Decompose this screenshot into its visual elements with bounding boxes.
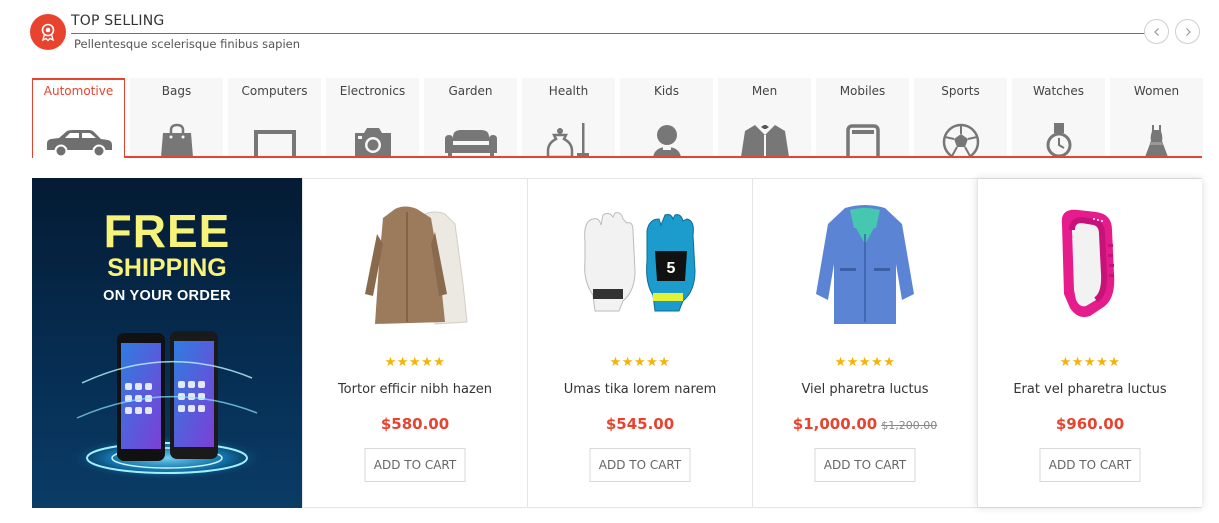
camera-icon bbox=[354, 128, 391, 157]
tab-label: Garden bbox=[448, 84, 493, 98]
product-image[interactable] bbox=[1020, 201, 1160, 331]
product-price: $960.00 bbox=[1055, 415, 1125, 433]
banner-headline: FREE bbox=[103, 205, 231, 257]
product-card[interactable]: ★★★★★ Tortor efficir nibh hazen $580.00 … bbox=[302, 179, 527, 507]
banner-subheadline: SHIPPING bbox=[107, 254, 227, 282]
rating-stars: ★★★★★ bbox=[1059, 355, 1121, 370]
tabs-underline bbox=[32, 156, 1202, 158]
add-to-cart-button[interactable]: ADD TO CART bbox=[589, 448, 691, 482]
section-subtitle: Pellentesque scelerisque finibus sapien bbox=[74, 37, 301, 51]
health-icon bbox=[546, 123, 589, 157]
product-price: $545.00 bbox=[605, 415, 675, 433]
tab-label: Electronics bbox=[339, 84, 406, 98]
tab-kids[interactable]: Kids bbox=[620, 78, 713, 157]
product-name[interactable]: Viel pharetra luctus bbox=[753, 382, 977, 397]
price-row: $545.00 bbox=[528, 414, 752, 433]
suit-icon bbox=[740, 125, 789, 157]
product-name[interactable]: Erat vel pharetra luctus bbox=[978, 382, 1202, 397]
chevron-left-icon bbox=[1153, 27, 1159, 36]
carousel-next-button[interactable] bbox=[1175, 19, 1200, 44]
dress-icon bbox=[1144, 125, 1168, 157]
section-title: TOP SELLING bbox=[71, 13, 165, 29]
tab-label: Sports bbox=[941, 84, 980, 98]
sofa-icon bbox=[444, 130, 497, 157]
phone-icon bbox=[845, 124, 880, 157]
tab-label: Automotive bbox=[43, 84, 114, 98]
tab-label: Bags bbox=[161, 84, 192, 98]
price-row: $1,000.00 $1,200.00 bbox=[753, 414, 977, 433]
product-name[interactable]: Tortor efficir nibh hazen bbox=[303, 382, 527, 397]
carousel-prev-button[interactable] bbox=[1144, 19, 1169, 44]
rating-stars: ★★★★★ bbox=[609, 355, 671, 370]
product-card[interactable]: ★★★★★ Erat vel pharetra luctus $960.00 A… bbox=[977, 179, 1202, 507]
soccer-ball-icon bbox=[942, 123, 979, 157]
header-divider bbox=[71, 33, 1165, 34]
price-row: $580.00 bbox=[303, 414, 527, 433]
tab-garden[interactable]: Garden bbox=[424, 78, 517, 157]
car-icon bbox=[46, 130, 112, 158]
tab-automotive[interactable]: Automotive bbox=[32, 78, 125, 158]
tab-mobiles[interactable]: Mobiles bbox=[816, 78, 909, 157]
tab-label: Health bbox=[548, 84, 589, 98]
chevron-right-icon bbox=[1185, 27, 1191, 36]
add-to-cart-button[interactable]: ADD TO CART bbox=[364, 448, 466, 482]
tab-label: Mobiles bbox=[839, 84, 886, 98]
monitor-icon bbox=[253, 130, 296, 157]
tab-bags[interactable]: Bags bbox=[130, 78, 223, 157]
add-to-cart-button[interactable]: ADD TO CART bbox=[1039, 448, 1141, 482]
tab-health[interactable]: Health bbox=[522, 78, 615, 157]
watch-icon bbox=[1046, 123, 1071, 157]
tab-label: Men bbox=[751, 84, 778, 98]
tab-label: Computers bbox=[241, 84, 308, 98]
product-image[interactable] bbox=[345, 201, 485, 331]
product-price: $580.00 bbox=[380, 415, 450, 433]
tab-sports[interactable]: Sports bbox=[914, 78, 1007, 157]
smartphones-image bbox=[67, 331, 267, 480]
tab-men[interactable]: Men bbox=[718, 78, 811, 157]
tab-women[interactable]: Women bbox=[1110, 78, 1203, 157]
product-image[interactable] bbox=[795, 201, 935, 331]
add-to-cart-button[interactable]: ADD TO CART bbox=[814, 448, 916, 482]
tab-watches[interactable]: Watches bbox=[1012, 78, 1105, 157]
price-row: $960.00 bbox=[978, 414, 1202, 433]
rating-stars: ★★★★★ bbox=[384, 355, 446, 370]
tab-computers[interactable]: Computers bbox=[228, 78, 321, 157]
product-card[interactable]: ★★★★★ Viel pharetra luctus $1,000.00 $1,2… bbox=[752, 179, 977, 507]
bag-icon bbox=[160, 123, 193, 157]
jacket-image bbox=[816, 204, 914, 324]
tab-label: Kids bbox=[653, 84, 680, 98]
banner-caption: ON YOUR ORDER bbox=[103, 288, 231, 304]
rating-stars: ★★★★★ bbox=[834, 355, 896, 370]
coat-image bbox=[365, 206, 468, 325]
product-card[interactable]: 5 ★★★★★ Umas tika lorem narem $545.00 AD… bbox=[527, 179, 752, 507]
kid-icon bbox=[652, 125, 681, 157]
category-tabs: Automotive Bags Computers Electronics Ga… bbox=[32, 78, 1203, 158]
product-image[interactable]: 5 bbox=[570, 201, 710, 331]
svg-text:5: 5 bbox=[667, 260, 676, 277]
tab-label: Women bbox=[1133, 84, 1180, 98]
product-grid: ★★★★★ Tortor efficir nibh hazen $580.00 … bbox=[302, 178, 1202, 508]
goalkeeper-gloves-image: 5 bbox=[584, 212, 696, 312]
product-name[interactable]: Umas tika lorem narem bbox=[528, 382, 752, 397]
tab-label: Watches bbox=[1033, 84, 1084, 98]
product-price: $1,000.00 bbox=[792, 415, 878, 433]
award-badge-icon bbox=[30, 14, 66, 50]
product-old-price: $1,200.00 bbox=[881, 419, 938, 432]
free-shipping-banner[interactable]: FREE SHIPPING ON YOUR ORDER bbox=[32, 178, 302, 508]
tab-electronics[interactable]: Electronics bbox=[326, 78, 419, 157]
fitness-band-image bbox=[1061, 209, 1115, 317]
section-header: TOP SELLING Pellentesque scelerisque fin… bbox=[30, 12, 1205, 54]
